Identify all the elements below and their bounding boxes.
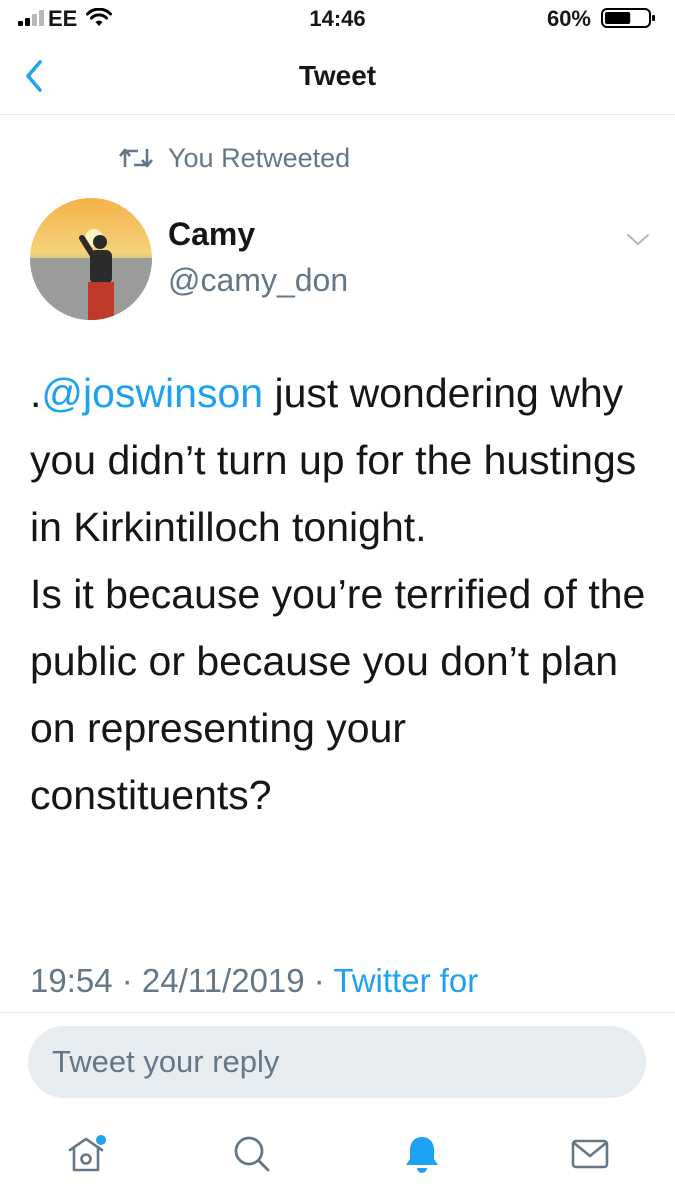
messages-envelope-icon xyxy=(571,1139,609,1169)
reply-input[interactable]: Tweet your reply xyxy=(28,1026,646,1098)
retweet-indicator: You Retweeted xyxy=(118,138,350,178)
meta-separator: · xyxy=(112,962,142,999)
battery-percentage: 60% xyxy=(546,6,591,31)
tab-messages[interactable] xyxy=(560,1124,620,1184)
tab-bar xyxy=(0,1110,675,1200)
tweet-time: 19:54 xyxy=(30,962,113,999)
avatar-photo xyxy=(30,198,152,320)
page-title: Tweet xyxy=(298,60,377,91)
navigation-bar: Tweet xyxy=(0,48,675,115)
avatar[interactable] xyxy=(30,198,152,320)
notifications-bell-icon xyxy=(406,1137,438,1173)
tweet-text-prefix: . xyxy=(30,370,42,416)
tab-home[interactable] xyxy=(56,1124,116,1184)
divider xyxy=(0,1012,675,1013)
chevron-down-icon[interactable] xyxy=(626,232,650,248)
search-icon xyxy=(234,1136,270,1172)
tab-notifications[interactable] xyxy=(392,1124,452,1184)
meta-separator: · xyxy=(304,962,334,999)
author-handle[interactable]: @camy_don xyxy=(168,262,348,299)
tab-search[interactable] xyxy=(222,1124,282,1184)
home-icon xyxy=(68,1135,106,1172)
battery-icon xyxy=(601,8,655,28)
tweet-date: 24/11/2019 xyxy=(141,962,305,999)
author-name[interactable]: Camy xyxy=(168,216,255,253)
tweet-source-link[interactable]: Twitter for xyxy=(333,962,478,999)
retweet-label: You Retweeted xyxy=(168,142,351,173)
tweet-text-part2: Is it because you’re terrified of the pu… xyxy=(30,571,646,818)
status-bar: EE 14:46 60% xyxy=(0,0,675,38)
tweet-text: .@joswinson just wondering why you didn’… xyxy=(30,360,650,829)
tweet-meta: 19:54 · 24/11/2019 · Twitter for xyxy=(30,962,478,1000)
reply-placeholder: Tweet your reply xyxy=(52,1044,280,1079)
retweet-icon xyxy=(119,148,153,168)
mention-link[interactable]: @joswinson xyxy=(41,370,263,416)
